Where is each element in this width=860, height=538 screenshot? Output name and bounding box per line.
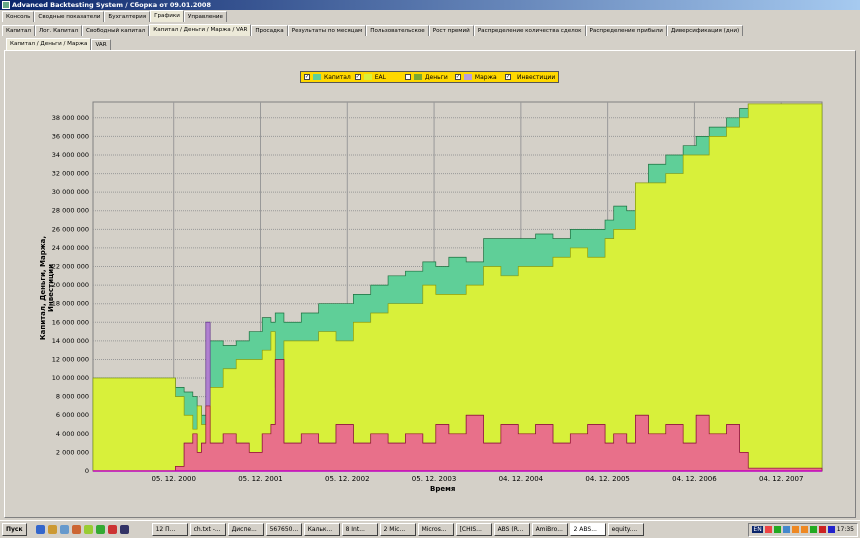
y-tick-label: 14 000 000: [52, 337, 89, 345]
taskbar-item[interactable]: ABS (R...: [493, 523, 530, 536]
y-tick-label: 0: [85, 467, 89, 475]
language-indicator[interactable]: EN: [752, 526, 763, 533]
quick-launch-icon[interactable]: [119, 525, 129, 534]
taskbar-item[interactable]: AmiBro...: [531, 523, 568, 536]
clock: 17:35: [836, 526, 854, 533]
tray-icon[interactable]: [773, 526, 781, 533]
tray-icon[interactable]: [827, 526, 835, 533]
taskbar-item[interactable]: 2 ABS...: [569, 523, 606, 536]
y-tick-label: 22 000 000: [52, 263, 89, 271]
quick-launch-icon[interactable]: [83, 525, 93, 534]
quick-launch-icon[interactable]: [59, 525, 69, 534]
legend-item[interactable]: Деньги: [404, 73, 451, 81]
taskbar-item[interactable]: 2 Mic...: [379, 523, 416, 536]
taskbar-item[interactable]: [CHIS...: [455, 523, 492, 536]
y-axis-label: Капитал, Деньги, Маржа, Инвестиции: [39, 235, 55, 341]
y-tick-label: 26 000 000: [52, 225, 89, 233]
x-tick-label: 04. 12. 2004: [499, 475, 544, 483]
legend-item[interactable]: ✓ Капитал: [304, 74, 351, 81]
legend-item[interactable]: ✓ Инвестиции: [505, 74, 555, 81]
y-tick-label: 2 000 000: [56, 448, 89, 456]
legend-label: Инвестиции: [517, 73, 556, 81]
y-tick-label: 30 000 000: [52, 188, 89, 196]
y-tick-label: 24 000 000: [52, 244, 89, 252]
start-button[interactable]: Пуск: [2, 523, 27, 536]
y-tick-label: 4 000 000: [56, 430, 89, 438]
taskbar-item[interactable]: equity....: [607, 523, 644, 536]
tray-icon[interactable]: [809, 526, 817, 533]
legend-label: Капитал: [324, 73, 351, 81]
legend-swatch: [313, 74, 321, 80]
tray-icon[interactable]: [782, 526, 790, 533]
system-tray: EN 17:35: [748, 522, 858, 537]
legend-checkbox[interactable]: ✓: [304, 74, 310, 80]
y-tick-label: 32 000 000: [52, 170, 89, 178]
y-tick-label: 8 000 000: [56, 393, 89, 401]
legend-label: EAL: [374, 73, 387, 81]
legend-checkbox[interactable]: ✓: [354, 74, 361, 80]
x-axis-label: Время: [430, 485, 456, 493]
legend-label: Деньги: [424, 73, 448, 81]
taskbar-item[interactable]: 8 Int...: [341, 523, 378, 536]
tray-icon[interactable]: [764, 526, 772, 533]
legend-swatch: [363, 74, 372, 80]
legend-checkbox[interactable]: [404, 74, 411, 80]
legend-swatch: [463, 74, 472, 80]
chart-legend: ✓ Капитал ✓ EAL Деньги ✓ Маржа ✓ Инвестиции: [300, 71, 559, 83]
legend-item[interactable]: ✓ Маржа: [454, 73, 501, 81]
quick-launch-icon[interactable]: [107, 525, 117, 534]
quick-launch-icon[interactable]: [47, 525, 57, 534]
x-tick-label: 04. 12. 2005: [585, 475, 630, 483]
x-tick-label: 05. 12. 2003: [412, 475, 457, 483]
legend-label: Маржа: [474, 73, 497, 81]
y-tick-label: 18 000 000: [52, 300, 89, 308]
legend-checkbox[interactable]: ✓: [454, 74, 461, 80]
legend-item[interactable]: ✓ EAL: [354, 73, 401, 81]
taskbar-item[interactable]: Кальк...: [303, 523, 340, 536]
tray-icon[interactable]: [818, 526, 826, 533]
taskbar-item[interactable]: Диспе...: [227, 523, 264, 536]
y-tick-label: 38 000 000: [52, 114, 89, 122]
x-tick-label: 04. 12. 2006: [672, 475, 717, 483]
quick-launch-icon[interactable]: [71, 525, 81, 534]
taskbar-item[interactable]: 567650...: [265, 523, 302, 536]
taskbar-item[interactable]: Micros...: [417, 523, 454, 536]
x-tick-label: 05. 12. 2000: [151, 475, 196, 483]
y-tick-label: 20 000 000: [52, 281, 89, 289]
x-tick-label: 04. 12. 2007: [759, 475, 804, 483]
tray-icon[interactable]: [791, 526, 799, 533]
y-tick-label: 16 000 000: [52, 318, 89, 326]
legend-checkbox[interactable]: ✓: [505, 74, 511, 80]
y-tick-label: 12 000 000: [52, 355, 89, 363]
quick-launch-icon[interactable]: [95, 525, 105, 534]
taskbar: Пуск 12 П... ch.txt -... Диспе... 567650...…: [0, 520, 860, 538]
tray-icon[interactable]: [800, 526, 808, 533]
taskbar-item[interactable]: ch.txt -...: [189, 523, 226, 536]
legend-swatch: [413, 74, 422, 80]
taskbar-items: 12 П... ch.txt -... Диспе... 567650... Кальк…: [151, 523, 644, 536]
x-tick-label: 05. 12. 2002: [325, 475, 370, 483]
quick-launch-icon[interactable]: [35, 525, 45, 534]
quick-launch: [35, 525, 129, 534]
y-tick-label: 10 000 000: [52, 374, 89, 382]
x-tick-label: 05. 12. 2001: [238, 475, 283, 483]
y-tick-label: 34 000 000: [52, 151, 89, 159]
y-tick-label: 28 000 000: [52, 207, 89, 215]
y-tick-label: 6 000 000: [56, 411, 89, 419]
y-tick-label: 36 000 000: [52, 132, 89, 140]
taskbar-item[interactable]: 12 П...: [151, 523, 188, 536]
